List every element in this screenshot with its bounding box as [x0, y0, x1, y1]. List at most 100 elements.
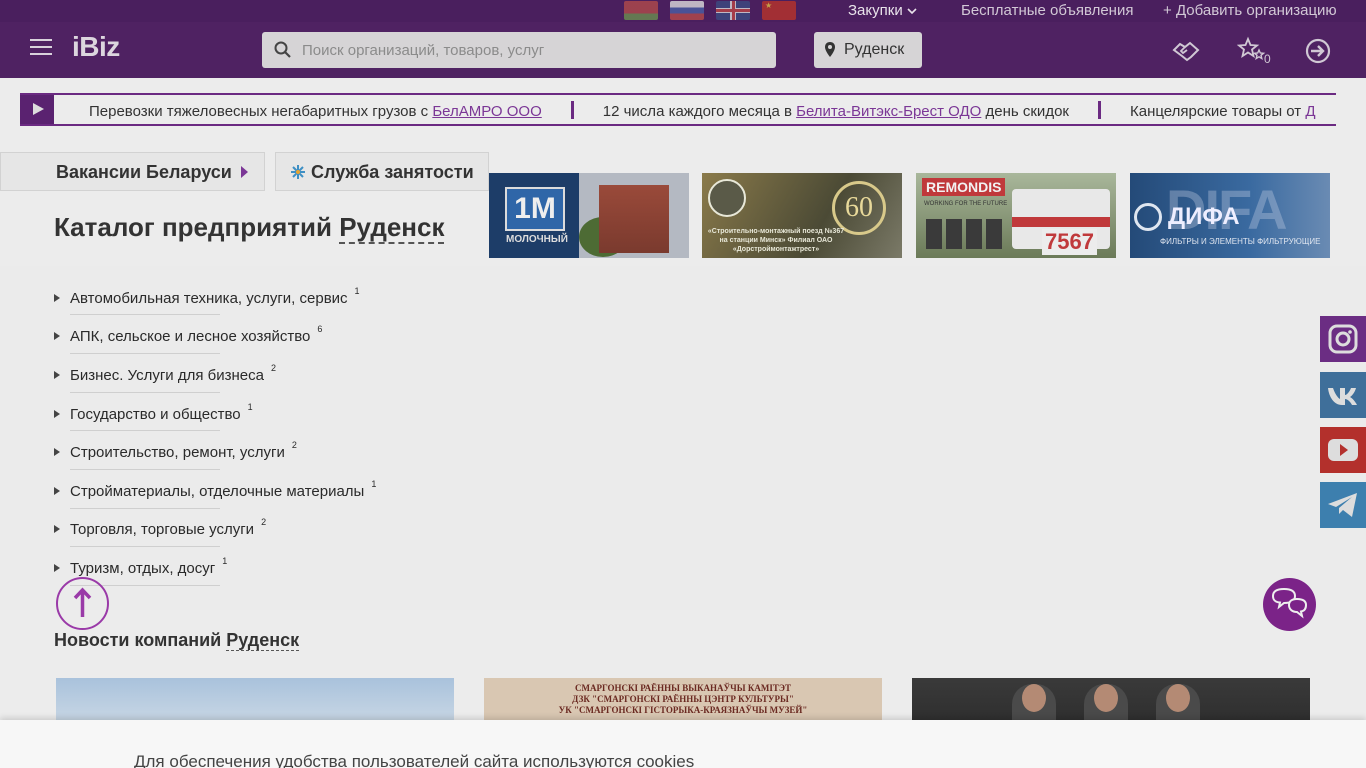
building-graphic [599, 185, 669, 253]
scroll-up-button[interactable] [56, 577, 109, 630]
banner-brand: REMONDIS [922, 178, 1006, 196]
add-organization-label: Добавить организацию [1175, 2, 1337, 19]
city-selector[interactable]: Руденск [814, 32, 922, 68]
emblem-icon [708, 179, 746, 217]
cookie-banner: Для обеспечения удобства пользователей с… [0, 720, 1366, 768]
flag-belarus-icon[interactable] [624, 1, 658, 20]
catalog-item-count: 2 [270, 363, 276, 373]
catalog-item[interactable]: Туризм, отдых, досуг 1 [54, 556, 227, 577]
divider [70, 392, 220, 393]
catalog-item-count: 1 [371, 479, 377, 489]
search-icon [274, 41, 291, 58]
chat-button[interactable] [1263, 578, 1316, 631]
banner-difa[interactable]: DIFA ДИФА ФИЛЬТРЫ И ЭЛЕМЕНТЫ ФИЛЬТРУЮЩИЕ [1130, 173, 1330, 258]
menu-icon[interactable] [30, 39, 52, 55]
divider [70, 546, 220, 547]
arrow-up-icon [73, 587, 92, 617]
main-header: iBiz Руденск 0 [0, 22, 1366, 78]
free-ads-link[interactable]: Бесплатные объявления [961, 2, 1133, 19]
triangle-right-icon [54, 410, 60, 418]
chevron-down-icon [907, 8, 917, 15]
zakupki-label: Закупки [848, 2, 903, 19]
banner-subtitle: ФИЛЬТРЫ И ЭЛЕМЕНТЫ ФИЛЬТРУЮЩИЕ [1160, 237, 1321, 246]
triangle-right-icon [54, 448, 60, 456]
catalog-item[interactable]: Торговля, торговые услуги 2 [54, 517, 266, 538]
ticker-link[interactable]: БелАМРО ООО [432, 103, 541, 120]
city-label: Руденск [844, 41, 905, 58]
employment-logo-icon [291, 165, 305, 179]
vacancies-button[interactable]: Вакансии Беларуси [0, 152, 265, 191]
search-box[interactable] [262, 32, 776, 68]
search-input[interactable] [302, 36, 762, 64]
ticker-link[interactable]: Д [1305, 103, 1315, 120]
ticker-items: Перевозки тяжеловесных негабаритных груз… [89, 101, 1315, 120]
youtube-button[interactable] [1320, 427, 1366, 473]
location-pin-icon [825, 42, 835, 57]
catalog-item-label: Строительство, ремонт, услуги [70, 444, 285, 461]
banner-tagline: WORKING FOR THE FUTURE [924, 201, 1008, 207]
bins-graphic [926, 219, 1006, 249]
favorites-count: 0 [1264, 52, 1271, 66]
ticker-link[interactable]: Белита-Витэкс-Брест ОДО [796, 103, 981, 120]
banner-remondis[interactable]: REMONDIS WORKING FOR THE FUTURE 7567 [916, 173, 1116, 258]
poster-line: СМАРГОНСКІ РАЁННЫ ВЫКАНАЎЧЫ КАМІТЭТ [574, 683, 791, 693]
triangle-right-icon [54, 332, 60, 340]
employment-label: Служба занятости [311, 162, 474, 182]
catalog-title-text: Каталог предприятий [54, 212, 332, 242]
add-organization-link[interactable]: + Добавить организацию [1163, 2, 1337, 19]
catalog-item-label: Туризм, отдых, досуг [70, 560, 216, 577]
news-ticker: Перевозки тяжеловесных негабаритных груз… [20, 93, 1336, 126]
ticker-item: Канцелярские товары от Д [1129, 103, 1316, 120]
banner-smp-367[interactable]: 60 «Строительно-монтажный поезд №367 на … [702, 173, 902, 258]
news-section-title: Новости компаний Руденск [54, 630, 300, 651]
news-title-text: Новости компаний [54, 630, 222, 650]
catalog-item-count: 1 [222, 556, 228, 566]
catalog-item[interactable]: Автомобильная техника, услуги, сервис 1 [54, 286, 360, 307]
youtube-icon [1328, 439, 1358, 461]
catalog-item-label: Бизнес. Услуги для бизнеса [70, 367, 264, 384]
catalog-item[interactable]: Стройматериалы, отделочные материалы 1 [54, 479, 376, 500]
catalog-city-link[interactable]: Руденск [339, 212, 445, 244]
flag-uk-icon[interactable] [716, 1, 750, 20]
poster-line: ДЗК "СМАРГОНСКІ РАЁННЫ ЦЭНТР КУЛЬТУРЫ" [572, 694, 794, 704]
catalog-item[interactable]: Строительство, ремонт, услуги 2 [54, 440, 297, 461]
banner-text: «Строительно-монтажный поезд №367 на ста… [707, 228, 845, 253]
banner-subtitle: МОЛОЧНЫЙ [506, 234, 568, 245]
flag-china-icon[interactable]: ★ [762, 1, 796, 20]
catalog-item-label: АПК, сельское и лесное хозяйство [70, 328, 311, 345]
triangle-right-icon [54, 525, 60, 533]
handshake-icon[interactable] [1171, 36, 1201, 66]
catalog-item-label: Стройматериалы, отделочные материалы [70, 483, 365, 500]
catalog-item[interactable]: АПК, сельское и лесное хозяйство 6 [54, 324, 322, 345]
logo[interactable]: iBiz [72, 31, 120, 63]
banner-1m-dairy[interactable]: 1M МОЛОЧНЫЙ [489, 173, 689, 258]
language-flags: ★ [624, 1, 796, 20]
ticker-item: Перевозки тяжеловесных негабаритных груз… [89, 103, 542, 120]
triangle-right-icon [54, 564, 60, 572]
instagram-button[interactable] [1320, 316, 1366, 362]
login-icon[interactable] [1303, 36, 1333, 66]
catalog-item[interactable]: Бизнес. Услуги для бизнеса 2 [54, 363, 276, 384]
vk-button[interactable] [1320, 372, 1366, 418]
vk-icon [1328, 388, 1357, 405]
chevron-right-icon [241, 166, 248, 178]
catalog-item[interactable]: Государство и общество 1 [54, 402, 253, 423]
plus-icon: + [1163, 2, 1172, 19]
catalog-item-count: 6 [317, 324, 323, 334]
banner-number: 7567 [1042, 229, 1097, 255]
catalog-item-count: 1 [354, 286, 360, 296]
zakupki-menu[interactable]: Закупки [848, 2, 917, 19]
employment-service-button[interactable]: Служба занятости [275, 152, 489, 191]
favorites-stars-icon[interactable] [1237, 36, 1267, 66]
poster-line: УК "СМАРГОНСКІ ГІСТОРЫКА-КРАЯЗНАЎЧЫ МУЗЕ… [558, 705, 808, 715]
banner-logo-icon [1134, 203, 1162, 231]
chat-bubbles-icon [1271, 587, 1308, 619]
flag-russia-icon[interactable] [670, 1, 704, 20]
catalog-item-label: Торговля, торговые услуги [70, 521, 255, 538]
banner-brand: ДИФА [1168, 203, 1240, 230]
play-icon[interactable] [20, 95, 54, 124]
catalog-item-label: Автомобильная техника, услуги, сервис [70, 290, 348, 307]
news-city-link[interactable]: Руденск [226, 630, 300, 651]
telegram-icon [1328, 493, 1357, 517]
telegram-button[interactable] [1320, 482, 1366, 528]
